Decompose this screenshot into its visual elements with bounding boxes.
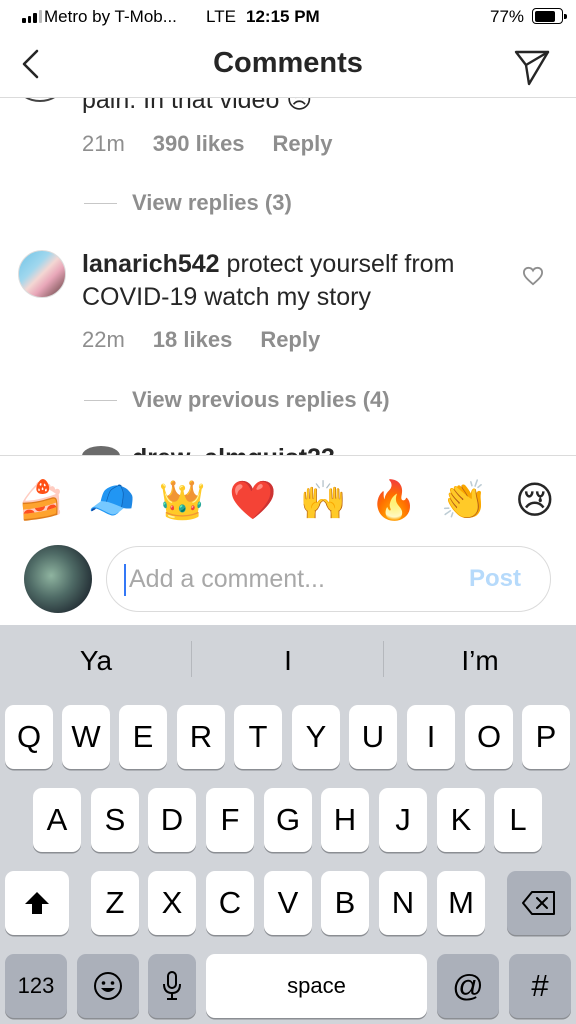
crown-emoji-button[interactable]: 👑 <box>154 482 210 520</box>
avatar <box>24 545 92 613</box>
key-f[interactable]: F <box>206 788 254 852</box>
key-z[interactable]: Z <box>91 871 139 935</box>
reply-button[interactable]: Reply <box>273 131 333 157</box>
key-x[interactable]: X <box>148 871 196 935</box>
comments-list[interactable]: pain. In that video 😞 21m 390 likes Repl… <box>0 98 576 455</box>
numbers-key[interactable]: 123 <box>5 954 67 1018</box>
comment-composer: Post <box>0 545 576 625</box>
dictation-key[interactable] <box>148 954 196 1018</box>
key-k[interactable]: K <box>437 788 485 852</box>
fire-emoji-button[interactable]: 🔥 <box>366 482 422 520</box>
header: Comments <box>0 34 576 98</box>
comment-username[interactable]: drew_almquist23 <box>132 444 335 455</box>
heart-outline-icon[interactable] <box>522 266 544 286</box>
cap-emoji-button[interactable]: 🧢 <box>84 482 140 520</box>
comment-input[interactable] <box>129 557 459 601</box>
post-button[interactable]: Post <box>469 565 521 593</box>
share-button[interactable] <box>512 46 552 86</box>
key-j[interactable]: J <box>379 788 427 852</box>
view-replies-button[interactable]: View replies (3) <box>84 190 292 216</box>
raised-hands-emoji-button[interactable]: 🙌 <box>295 482 351 520</box>
comment-box[interactable]: Post <box>106 546 551 612</box>
key-r[interactable]: R <box>177 705 225 769</box>
comment-text: lanarich542 protect yourself from COVID-… <box>82 248 502 314</box>
space-key[interactable]: space <box>206 954 427 1018</box>
comment-text: pain. In that video 😞 <box>82 98 313 114</box>
keyboard: Ya I I’m Q W E R T Y U I O P A S D F G H… <box>0 625 576 1024</box>
avatar[interactable] <box>18 98 62 102</box>
key-q[interactable]: Q <box>5 705 53 769</box>
text-cursor <box>124 564 126 596</box>
page-title: Comments <box>213 47 363 79</box>
comment-time: 21m <box>82 131 125 156</box>
suggestion-2[interactable]: I <box>192 645 384 677</box>
key-l[interactable]: L <box>494 788 542 852</box>
microphone-icon <box>163 971 181 1000</box>
key-h[interactable]: H <box>321 788 369 852</box>
key-n[interactable]: N <box>379 871 427 935</box>
status-time: 12:15 PM <box>246 7 320 26</box>
key-m[interactable]: M <box>437 871 485 935</box>
backspace-icon <box>522 891 555 915</box>
comment-meta: 21m 390 likes Reply <box>82 131 332 157</box>
shift-icon <box>25 892 49 914</box>
emoji-quick-bar: 🍰 🧢 👑 ❤️ 🙌 🔥 👏 😢 <box>0 455 576 545</box>
key-t[interactable]: T <box>234 705 282 769</box>
battery-percent: 77% <box>490 7 525 26</box>
key-d[interactable]: D <box>148 788 196 852</box>
key-v[interactable]: V <box>264 871 312 935</box>
emoji-icon <box>94 972 122 1000</box>
key-w[interactable]: W <box>62 705 110 769</box>
clapping-emoji-button[interactable]: 👏 <box>436 482 492 520</box>
backspace-key[interactable] <box>507 871 571 935</box>
cake-emoji-button[interactable]: 🍰 <box>13 482 69 520</box>
network-type: LTE <box>206 7 236 26</box>
hash-key[interactable]: # <box>509 954 571 1018</box>
comment-time: 22m <box>82 327 125 352</box>
view-replies-label: View replies (3) <box>132 190 292 215</box>
key-c[interactable]: C <box>206 871 254 935</box>
key-u[interactable]: U <box>349 705 397 769</box>
view-previous-replies-button[interactable]: View previous replies (4) <box>84 387 390 413</box>
avatar[interactable] <box>82 446 120 455</box>
reply-button[interactable]: Reply <box>260 327 320 353</box>
key-s[interactable]: S <box>91 788 139 852</box>
shift-key[interactable] <box>5 871 69 935</box>
at-key[interactable]: @ <box>437 954 499 1018</box>
key-a[interactable]: A <box>33 788 81 852</box>
crying-emoji-button[interactable]: 😢 <box>507 482 563 520</box>
key-p[interactable]: P <box>522 705 570 769</box>
key-o[interactable]: O <box>465 705 513 769</box>
emoji-keyboard-key[interactable] <box>77 954 139 1018</box>
comment-likes[interactable]: 18 likes <box>153 327 233 353</box>
status-bar: Metro by T-Mob... LTE 12:15 PM 77% <box>0 0 576 34</box>
heart-emoji-button[interactable]: ❤️ <box>225 482 281 520</box>
comment-meta: 22m 18 likes Reply <box>82 327 320 353</box>
key-i[interactable]: I <box>407 705 455 769</box>
suggestion-bar: Ya I I’m <box>0 625 576 703</box>
avatar[interactable] <box>18 250 66 298</box>
battery-icon <box>532 8 567 24</box>
key-y[interactable]: Y <box>292 705 340 769</box>
paper-plane-icon <box>514 50 550 86</box>
key-b[interactable]: B <box>321 871 369 935</box>
comment-likes[interactable]: 390 likes <box>153 131 245 157</box>
suggestion-1[interactable]: Ya <box>0 645 192 677</box>
view-replies-label: View previous replies (4) <box>132 387 390 412</box>
key-e[interactable]: E <box>119 705 167 769</box>
key-g[interactable]: G <box>264 788 312 852</box>
suggestion-3[interactable]: I’m <box>384 645 576 677</box>
signal-strength-icon <box>22 9 42 23</box>
carrier-name: Metro by T-Mob... <box>44 7 177 26</box>
comment-username[interactable]: lanarich542 <box>82 250 220 278</box>
